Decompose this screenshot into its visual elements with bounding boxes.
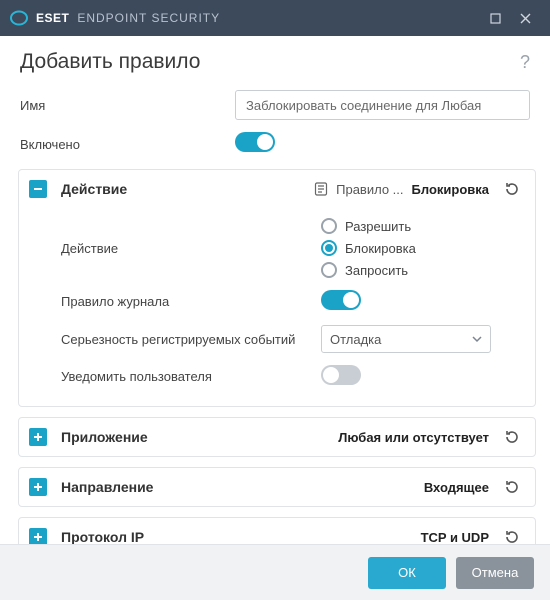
brand-name: ESET (36, 11, 69, 25)
expand-icon (29, 428, 47, 446)
collapse-icon (29, 180, 47, 198)
radio-ask[interactable]: Запросить (321, 262, 525, 278)
window-maximize-button[interactable] (480, 0, 510, 36)
action-row: Действие Разрешить Блокировка (61, 212, 525, 284)
reset-icon[interactable] (499, 478, 525, 496)
section-protocol: Протокол IP TCP и UDP (18, 517, 536, 544)
section-title: Действие (61, 181, 231, 197)
radio-label: Блокировка (345, 241, 416, 256)
radio-allow[interactable]: Разрешить (321, 218, 525, 234)
radio-icon (321, 262, 337, 278)
severity-select[interactable]: Отладка (321, 325, 491, 353)
reset-icon[interactable] (499, 180, 525, 198)
rule-summary-icon (314, 182, 328, 196)
section-summary: Входящее (231, 480, 489, 495)
window-close-button[interactable] (510, 0, 540, 36)
name-input[interactable] (235, 90, 530, 120)
dialog-header: Добавить правило ? (0, 36, 550, 84)
section-summary-value: Блокировка (412, 182, 489, 197)
action-radio-group: Разрешить Блокировка Запросить (321, 218, 525, 278)
name-label: Имя (20, 98, 235, 113)
radio-block[interactable]: Блокировка (321, 240, 525, 256)
section-direction-header[interactable]: Направление Входящее (19, 468, 535, 506)
title-bar: ESET ENDPOINT SECURITY (0, 0, 550, 36)
section-summary: TCP и UDP (231, 530, 489, 545)
section-application: Приложение Любая или отсутствует (18, 417, 536, 457)
name-row: Имя (0, 84, 550, 126)
section-action-body: Действие Разрешить Блокировка (19, 208, 535, 406)
notify-label: Уведомить пользователя (61, 369, 321, 384)
section-action-header[interactable]: Действие Правило ... Блокировка (19, 170, 535, 208)
section-action: Действие Правило ... Блокировка Действие (18, 169, 536, 407)
brand: ESET ENDPOINT SECURITY (10, 9, 220, 27)
section-title: Направление (61, 479, 231, 495)
radio-icon (321, 240, 337, 256)
dialog-footer: ОК Отмена (0, 544, 550, 600)
sections-scroll[interactable]: Действие Правило ... Блокировка Действие (0, 163, 550, 544)
reset-icon[interactable] (499, 528, 525, 544)
enabled-label: Включено (20, 137, 235, 152)
severity-row: Серьезность регистрируемых событий Отлад… (61, 319, 525, 359)
expand-icon (29, 528, 47, 544)
section-summary: Любая или отсутствует (231, 430, 489, 445)
section-direction: Направление Входящее (18, 467, 536, 507)
chevron-down-icon (472, 334, 482, 344)
section-title: Протокол IP (61, 529, 231, 544)
expand-icon (29, 478, 47, 496)
section-title: Приложение (61, 429, 231, 445)
notify-toggle[interactable] (321, 365, 361, 385)
log-rule-label: Правило журнала (61, 294, 321, 309)
radio-label: Запросить (345, 263, 408, 278)
section-summary: Правило ... Блокировка (231, 182, 489, 197)
cancel-button[interactable]: Отмена (456, 557, 534, 589)
radio-icon (321, 218, 337, 234)
product-name: ENDPOINT SECURITY (77, 11, 220, 25)
section-summary-label: Правило ... (336, 182, 403, 197)
dialog-title: Добавить правило (20, 50, 520, 74)
help-icon[interactable]: ? (520, 52, 530, 73)
section-summary-value: TCP и UDP (421, 530, 489, 545)
section-application-header[interactable]: Приложение Любая или отсутствует (19, 418, 535, 456)
notify-row: Уведомить пользователя (61, 359, 525, 394)
radio-label: Разрешить (345, 219, 411, 234)
eset-logo-icon (10, 9, 28, 27)
severity-label: Серьезность регистрируемых событий (61, 332, 321, 347)
enabled-toggle[interactable] (235, 132, 275, 152)
log-rule-toggle[interactable] (321, 290, 361, 310)
action-label: Действие (61, 241, 321, 256)
ok-button[interactable]: ОК (368, 557, 446, 589)
select-value: Отладка (330, 332, 381, 347)
section-summary-value: Любая или отсутствует (338, 430, 489, 445)
log-rule-row: Правило журнала (61, 284, 525, 319)
enabled-row: Включено (0, 126, 550, 163)
section-summary-value: Входящее (424, 480, 489, 495)
reset-icon[interactable] (499, 428, 525, 446)
section-protocol-header[interactable]: Протокол IP TCP и UDP (19, 518, 535, 544)
